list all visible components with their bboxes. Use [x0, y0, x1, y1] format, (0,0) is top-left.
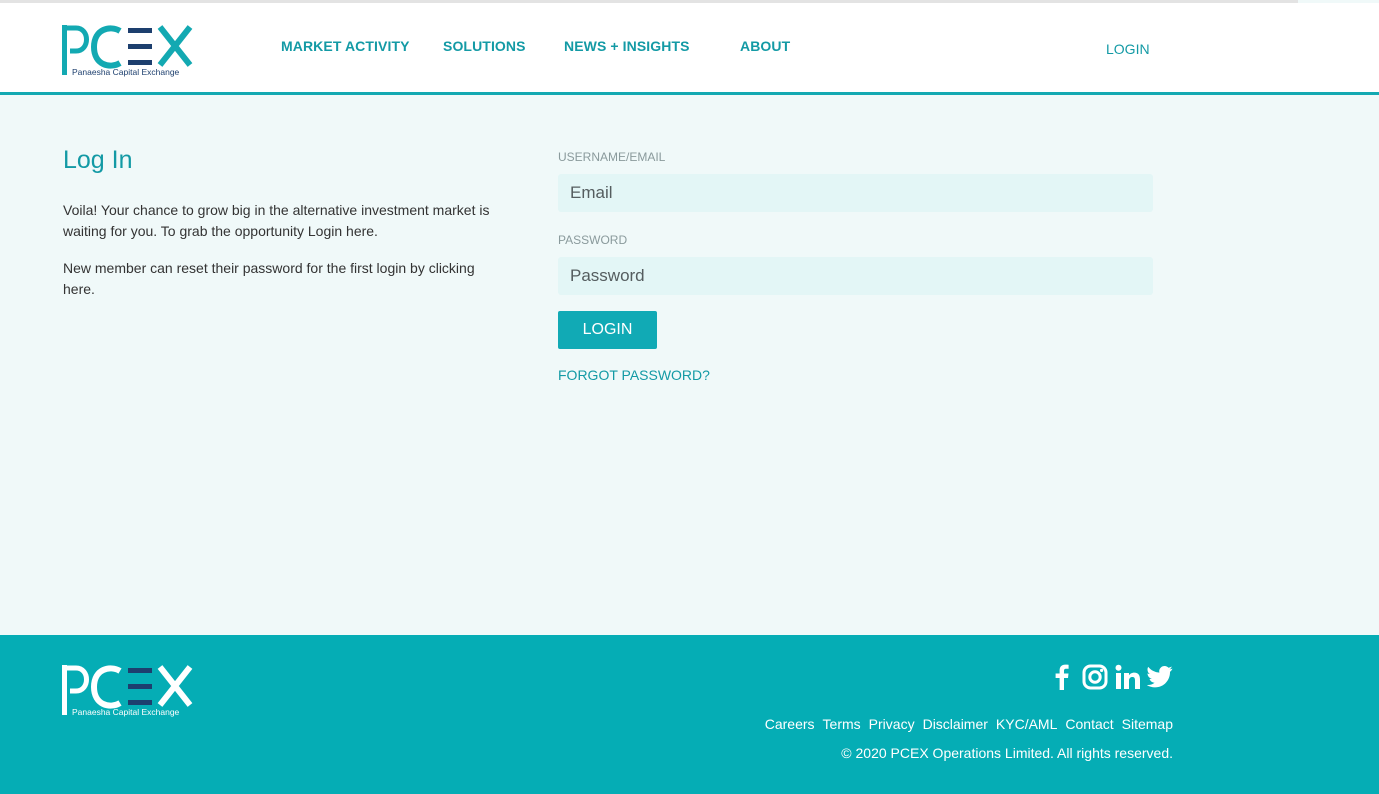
page-title: Log In [63, 146, 133, 174]
password-input[interactable] [558, 257, 1153, 295]
reset-password-text: New member can reset their password for … [63, 260, 475, 297]
copyright-text: © 2020 PCEX Operations Limited. All righ… [841, 745, 1173, 761]
nav-login-link[interactable]: LOGIN [1106, 41, 1150, 57]
nav-news-insights[interactable]: NEWS + INSIGHTS [564, 38, 690, 54]
login-button[interactable]: LOGIN [558, 311, 657, 349]
site-header: Panaesha Capital Exchange MARKET ACTIVIT… [0, 3, 1379, 95]
pcex-logo[interactable]: Panaesha Capital Exchange [62, 23, 196, 77]
linkedin-icon[interactable] [1113, 662, 1143, 692]
footer-link-sitemap[interactable]: Sitemap [1122, 716, 1173, 732]
footer-link-careers[interactable]: Careers [765, 716, 815, 732]
forgot-password-link[interactable]: FORGOT PASSWORD? [558, 367, 710, 383]
intro-text: Voila! Your chance to grow big in the al… [63, 202, 490, 239]
footer-logo[interactable]: Panaesha Capital Exchange [61, 663, 196, 717]
password-label: PASSWORD [558, 233, 628, 247]
site-footer: Panaesha Capital Exchange Careers Terms … [0, 635, 1379, 794]
twitter-icon[interactable] [1146, 662, 1174, 692]
footer-link-kyc-aml[interactable]: KYC/AML [996, 716, 1057, 732]
instagram-icon[interactable] [1080, 662, 1110, 692]
footer-links: Careers Terms Privacy Disclaimer KYC/AML… [765, 716, 1173, 732]
footer-link-contact[interactable]: Contact [1065, 716, 1113, 732]
footer-link-terms[interactable]: Terms [823, 716, 861, 732]
nav-about[interactable]: ABOUT [740, 38, 790, 54]
footer-logo-tagline: Panaesha Capital Exchange [72, 707, 180, 717]
footer-link-privacy[interactable]: Privacy [869, 716, 915, 732]
email-input[interactable] [558, 174, 1153, 212]
username-label: USERNAME/EMAIL [558, 150, 666, 164]
nav-solutions[interactable]: SOLUTIONS [443, 38, 526, 54]
nav-market-activity[interactable]: MARKET ACTIVITY [281, 38, 410, 54]
facebook-icon[interactable] [1052, 662, 1072, 692]
logo-tagline: Panaesha Capital Exchange [72, 67, 180, 77]
footer-link-disclaimer[interactable]: Disclaimer [923, 716, 988, 732]
